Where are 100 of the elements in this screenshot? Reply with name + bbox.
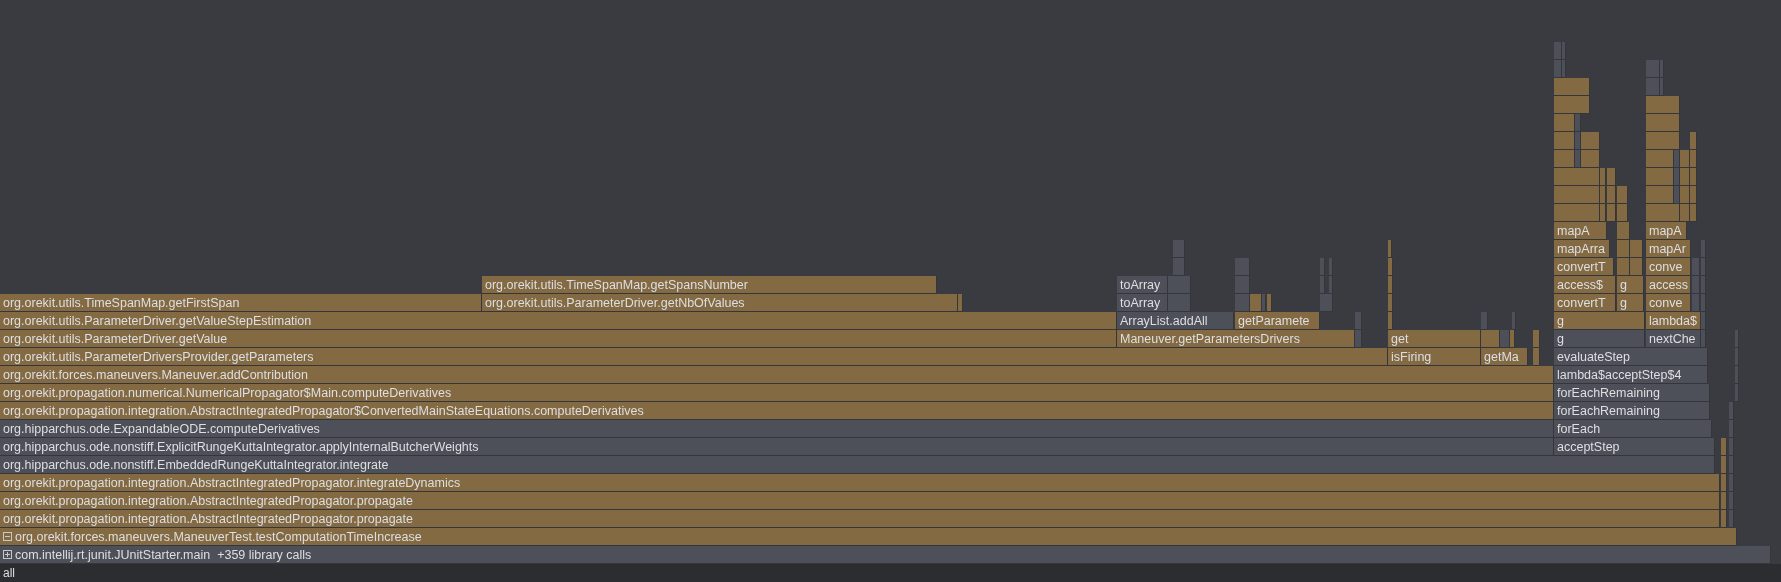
stack-frame[interactable]	[1729, 438, 1734, 456]
stack-frame[interactable]	[1729, 474, 1734, 492]
stack-frame[interactable]	[1721, 474, 1727, 492]
stack-frame[interactable]	[1607, 186, 1616, 204]
stack-frame[interactable]	[1646, 132, 1680, 150]
collapse-icon[interactable]	[3, 532, 12, 541]
stack-frame[interactable]: access$	[1554, 276, 1616, 294]
stack-frame[interactable]	[1721, 438, 1727, 456]
expand-icon[interactable]	[3, 550, 12, 559]
stack-frame[interactable]	[1690, 204, 1697, 222]
stack-frame[interactable]	[1575, 132, 1581, 150]
stack-frame[interactable]: isFiring	[1388, 348, 1481, 366]
stack-frame[interactable]	[1729, 510, 1734, 528]
stack-frame[interactable]: access	[1646, 276, 1691, 294]
stack-frame[interactable]: org.orekit.utils.TimeSpanMap.getSpansNumber	[482, 276, 937, 294]
stack-frame[interactable]: org.orekit.forces.maneuvers.ManeuverTest.testComputationTimeIncrease	[0, 528, 1737, 546]
stack-frame[interactable]	[1680, 168, 1690, 186]
stack-frame[interactable]	[1575, 114, 1581, 132]
stack-frame[interactable]	[1701, 276, 1706, 294]
stack-frame[interactable]	[1607, 204, 1616, 222]
stack-frame[interactable]	[1235, 276, 1250, 294]
stack-frame[interactable]: toArray	[1117, 294, 1168, 312]
stack-frame[interactable]	[1250, 294, 1262, 312]
stack-frame[interactable]	[1690, 168, 1697, 186]
stack-frame[interactable]	[1617, 240, 1630, 258]
stack-frame[interactable]	[1575, 150, 1581, 168]
stack-frame[interactable]	[1729, 492, 1734, 510]
stack-frame[interactable]: convertT	[1554, 294, 1616, 312]
stack-frame[interactable]	[1388, 276, 1393, 294]
stack-frame[interactable]	[1554, 150, 1575, 168]
stack-frame[interactable]: org.orekit.utils.TimeSpanMap.getFirstSpan	[0, 294, 482, 312]
stack-frame[interactable]: org.orekit.utils.ParameterDriver.getNbOfValues	[482, 294, 958, 312]
stack-frame[interactable]: mapA	[1646, 222, 1687, 240]
stack-frame[interactable]	[1481, 330, 1500, 348]
stack-frame[interactable]	[1607, 168, 1616, 186]
stack-frame[interactable]	[1690, 150, 1697, 168]
stack-frame[interactable]	[1646, 78, 1660, 96]
stack-frame[interactable]	[1646, 96, 1680, 114]
stack-frame[interactable]: g	[1617, 276, 1644, 294]
stack-frame[interactable]	[1581, 132, 1600, 150]
stack-frame[interactable]	[1235, 258, 1250, 276]
stack-frame[interactable]	[1510, 330, 1515, 348]
stack-frame[interactable]	[1554, 186, 1600, 204]
stack-frame[interactable]: Maneuver.getParametersDrivers	[1117, 330, 1355, 348]
stack-frame[interactable]	[1690, 186, 1697, 204]
stack-frame[interactable]	[1729, 456, 1734, 474]
stack-frame[interactable]	[1721, 510, 1727, 528]
stack-frame[interactable]: conve	[1646, 294, 1691, 312]
stack-frame[interactable]	[1554, 42, 1562, 60]
stack-frame[interactable]	[1701, 240, 1706, 258]
stack-frame[interactable]	[1721, 456, 1727, 474]
stack-frame[interactable]	[1173, 240, 1185, 258]
stack-frame[interactable]: org.orekit.propagation.integration.AbstractIntegratedPropagator.integrateDynamics	[0, 474, 1720, 492]
stack-frame[interactable]	[1262, 294, 1266, 312]
stack-frame[interactable]	[1674, 186, 1680, 204]
stack-frame[interactable]: com.intellij.rt.junit.JUnitStarter.main +359 library calls	[0, 546, 1771, 564]
stack-frame[interactable]	[1320, 276, 1325, 294]
stack-frame[interactable]: forEach	[1554, 420, 1712, 438]
stack-frame[interactable]: getMa	[1481, 348, 1528, 366]
stack-frame[interactable]	[1388, 312, 1393, 330]
stack-frame[interactable]: org.orekit.propagation.numerical.NumericalPropagator$Main.computeDerivatives	[0, 384, 1554, 402]
stack-frame[interactable]	[1600, 204, 1606, 222]
stack-frame[interactable]	[1680, 186, 1690, 204]
stack-frame[interactable]	[1500, 330, 1510, 348]
stack-frame[interactable]	[1320, 258, 1325, 276]
stack-frame[interactable]: convertT	[1554, 258, 1614, 276]
stack-frame[interactable]	[1388, 258, 1393, 276]
stack-frame[interactable]: forEachRemaining	[1554, 402, 1710, 420]
stack-frame[interactable]	[1600, 186, 1606, 204]
stack-frame[interactable]: g	[1554, 312, 1645, 330]
stack-frame[interactable]	[1533, 330, 1540, 348]
stack-frame[interactable]: nextChe	[1646, 330, 1701, 348]
stack-frame[interactable]	[1646, 186, 1674, 204]
stack-frame[interactable]	[1630, 258, 1643, 276]
stack-frame[interactable]: ArrayList.addAll	[1117, 312, 1234, 330]
stack-frame[interactable]	[1729, 420, 1734, 438]
stack-frame[interactable]	[1690, 132, 1697, 150]
stack-frame[interactable]	[1355, 312, 1362, 330]
stack-frame[interactable]	[1355, 330, 1362, 348]
stack-frame[interactable]: org.orekit.utils.ParameterDriversProvider.getParameters	[0, 348, 1388, 366]
stack-frame[interactable]	[1267, 294, 1272, 312]
stack-frame[interactable]	[1168, 276, 1191, 294]
stack-frame[interactable]: getParamete	[1235, 312, 1320, 330]
stack-frame[interactable]	[1729, 402, 1734, 420]
stack-frame[interactable]	[1721, 492, 1727, 510]
stack-frame[interactable]: mapArra	[1554, 240, 1610, 258]
stack-frame[interactable]	[1554, 96, 1590, 114]
stack-frame[interactable]	[1388, 240, 1392, 258]
stack-frame[interactable]: org.hipparchus.ode.nonstiff.ExplicitRungeKuttaIntegrator.applyInternalButcherWeights	[0, 438, 1554, 456]
stack-frame[interactable]: org.orekit.forces.maneuvers.Maneuver.addContribution	[0, 366, 1554, 384]
stack-frame[interactable]: lambda$acceptStep$4	[1554, 366, 1708, 384]
stack-frame[interactable]	[1674, 150, 1680, 168]
stack-frame[interactable]	[1533, 348, 1540, 366]
stack-frame[interactable]	[1388, 294, 1393, 312]
stack-frame[interactable]	[1680, 204, 1690, 222]
stack-frame[interactable]: org.orekit.utils.ParameterDriver.getValue	[0, 330, 1117, 348]
stack-frame[interactable]	[1646, 114, 1680, 132]
stack-frame[interactable]	[1320, 294, 1333, 312]
stack-frame[interactable]	[1646, 204, 1680, 222]
stack-frame[interactable]: forEachRemaining	[1554, 384, 1710, 402]
